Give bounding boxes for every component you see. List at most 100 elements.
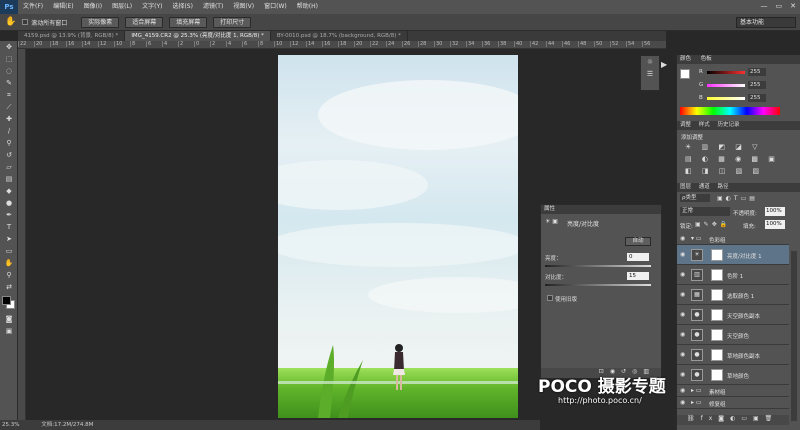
adjustment-icons-row-3[interactable]: ◧ ◨ ◫ ▧ ▨ (685, 167, 763, 175)
tab-swatches[interactable]: 色板 (701, 56, 712, 62)
tab-document[interactable]: 4159.psd @ 13.9% (背景, RGB/8) * (18, 31, 126, 41)
fit-screen-button[interactable]: 适合屏幕 (125, 16, 164, 28)
channel-g-slider[interactable] (707, 84, 745, 87)
eye-icon[interactable]: ◉ (680, 351, 685, 358)
layers-footer-icons[interactable]: ⛓fx◙◐▭▣🗑 (677, 415, 789, 425)
curves-icon[interactable]: ◩ (718, 143, 729, 151)
menu-file[interactable]: 文件(F) (18, 0, 48, 14)
eye-icon[interactable]: ◉ (680, 331, 685, 338)
type-tool-icon[interactable]: T (0, 221, 18, 233)
layers-scrollbar[interactable] (791, 251, 797, 421)
eye-icon[interactable]: ◉ (680, 371, 685, 378)
eye-icon[interactable]: ◉ (680, 251, 685, 258)
menu-view[interactable]: 视图(V) (228, 0, 259, 14)
tab-document-active[interactable]: IMG_4159.CR2 @ 25.3% (亮度/对比度 1, RGB/8) * (125, 31, 271, 41)
channel-mixer-icon[interactable]: ▩ (751, 155, 762, 163)
shape-tool-icon[interactable]: ▭ (0, 245, 18, 257)
scroll-all-checkbox[interactable] (22, 19, 29, 25)
adjustment-icons-row-1[interactable]: ☀ ▥ ◩ ◪ ▽ (685, 143, 761, 151)
healing-tool-icon[interactable]: ✚ (0, 113, 18, 125)
layer-group-row[interactable]: ◉ ▸ ▭ 修复组 (677, 397, 789, 409)
document-canvas[interactable] (278, 55, 518, 418)
hand-tool-icon[interactable]: ✋ (5, 17, 16, 27)
menu-window[interactable]: 窗口(W) (259, 0, 292, 14)
layer-group-row[interactable]: ◉ ▾ ▭ 色彩组 (677, 233, 789, 245)
color-balance-icon[interactable]: ◐ (702, 155, 712, 163)
quick-select-tool-icon[interactable]: ✎ (0, 77, 18, 89)
eye-icon[interactable]: ◉ (680, 271, 685, 278)
hue-saturation-icon[interactable]: ▤ (685, 155, 696, 163)
workspace-select[interactable]: 基本功能 (736, 17, 796, 28)
actual-pixels-button[interactable]: 实际像素 (81, 16, 120, 28)
contrast-input[interactable]: 15 (627, 272, 649, 280)
move-tool-icon[interactable]: ✥ (0, 41, 18, 53)
path-select-tool-icon[interactable]: ➤ (0, 233, 18, 245)
blend-mode-select[interactable]: 正常 (680, 207, 730, 216)
brush-tool-icon[interactable]: ∕ (0, 125, 18, 137)
layer-row[interactable]: ◉ ▦ 选取颜色 1 (677, 285, 789, 305)
minimize-button[interactable]: — (761, 2, 768, 10)
dodge-tool-icon[interactable]: ● (0, 197, 18, 209)
lock-icons[interactable]: ▣✎✥🔒 (695, 221, 730, 228)
hand-tool-icon[interactable]: ✋ (0, 257, 18, 269)
menu-type[interactable]: 文字(Y) (137, 0, 167, 14)
contrast-slider[interactable] (545, 284, 651, 286)
adjustment-icons-row-2[interactable]: ▤ ◐ ▦ ◉ ▩ ▣ (685, 155, 779, 163)
maximize-button[interactable]: ▭ (776, 2, 783, 10)
channel-b-slider[interactable] (707, 97, 745, 100)
print-size-button[interactable]: 打印尺寸 (213, 16, 252, 28)
threshold-icon[interactable]: ◫ (719, 167, 730, 175)
close-button[interactable]: ✕ (790, 2, 796, 10)
gradient-map-icon[interactable]: ▧ (736, 167, 747, 175)
eraser-tool-icon[interactable]: ▱ (0, 161, 18, 173)
tab-adjustments[interactable]: 调整 (680, 122, 691, 128)
menu-filter[interactable]: 滤镜(T) (198, 0, 228, 14)
vibrance-icon[interactable]: ▽ (752, 143, 761, 151)
layer-row[interactable]: ◉ ● 草地颜色 (677, 365, 789, 385)
selective-color-icon[interactable]: ▨ (752, 167, 763, 175)
layer-row[interactable]: ◉ ● 草地颜色副本 (677, 345, 789, 365)
opacity-input[interactable]: 100% (765, 207, 785, 216)
lasso-tool-icon[interactable]: ◌ (0, 65, 18, 77)
brightness-input[interactable]: 0 (627, 253, 649, 261)
tab-styles[interactable]: 样式 (699, 122, 710, 128)
auto-button[interactable]: 自动 (625, 237, 651, 246)
swap-colors-icon[interactable]: ⇄ (0, 281, 18, 293)
channel-b-value[interactable]: 255 (748, 94, 766, 102)
eye-icon[interactable]: ◉ (680, 291, 685, 298)
tab-channels[interactable]: 通道 (699, 184, 710, 190)
eyedropper-tool-icon[interactable]: ⟋ (0, 101, 18, 113)
menu-select[interactable]: 选择(S) (167, 0, 198, 14)
invert-icon[interactable]: ◧ (685, 167, 696, 175)
levels-icon[interactable]: ▥ (702, 143, 713, 151)
document-size[interactable]: 文档:17.2M/274.8M (41, 422, 93, 428)
tab-color[interactable]: 颜色 (680, 56, 691, 62)
layer-row[interactable]: ◉ ● 天空颜色 (677, 325, 789, 345)
layer-comps-icon[interactable]: ☰ (641, 68, 659, 80)
exposure-icon[interactable]: ◪ (735, 143, 746, 151)
tab-history[interactable]: 历史记录 (718, 122, 740, 128)
fill-input[interactable]: 100% (765, 220, 785, 229)
tab-document[interactable]: BY-0010.psd @ 18.7% (background, RGB/8) … (271, 31, 408, 41)
history-brush-tool-icon[interactable]: ↺ (0, 149, 18, 161)
brightness-slider[interactable] (545, 265, 651, 267)
eye-icon[interactable]: ◉ (680, 387, 685, 394)
zoom-tool-icon[interactable]: ⚲ (0, 269, 18, 281)
menu-help[interactable]: 帮助(H) (292, 0, 323, 14)
quick-mask-icon[interactable]: ◙ (0, 313, 18, 325)
foreground-color-swatch[interactable] (680, 69, 690, 79)
layer-row[interactable]: ◉ ● 天空颜色副本 (677, 305, 789, 325)
properties-tab[interactable]: 属性 (541, 205, 661, 214)
color-swatches[interactable] (0, 293, 17, 313)
channel-r-value[interactable]: 255 (748, 68, 766, 76)
brightness-icon[interactable]: ☀ (685, 143, 695, 151)
black-white-icon[interactable]: ▦ (718, 155, 729, 163)
eye-icon[interactable]: ◉ (680, 235, 685, 242)
layer-filter-icons[interactable]: ▣◐T▭▤ (717, 195, 758, 202)
tab-layers[interactable]: 图层 (680, 184, 691, 190)
crop-tool-icon[interactable]: ⌗ (0, 89, 18, 101)
layer-row[interactable]: ◉ ☀ 亮度/对比度 1 (677, 245, 789, 265)
screen-mode-icon[interactable]: ▣ (0, 325, 18, 337)
pen-tool-icon[interactable]: ✒ (0, 209, 18, 221)
color-lookup-icon[interactable]: ▣ (768, 155, 779, 163)
